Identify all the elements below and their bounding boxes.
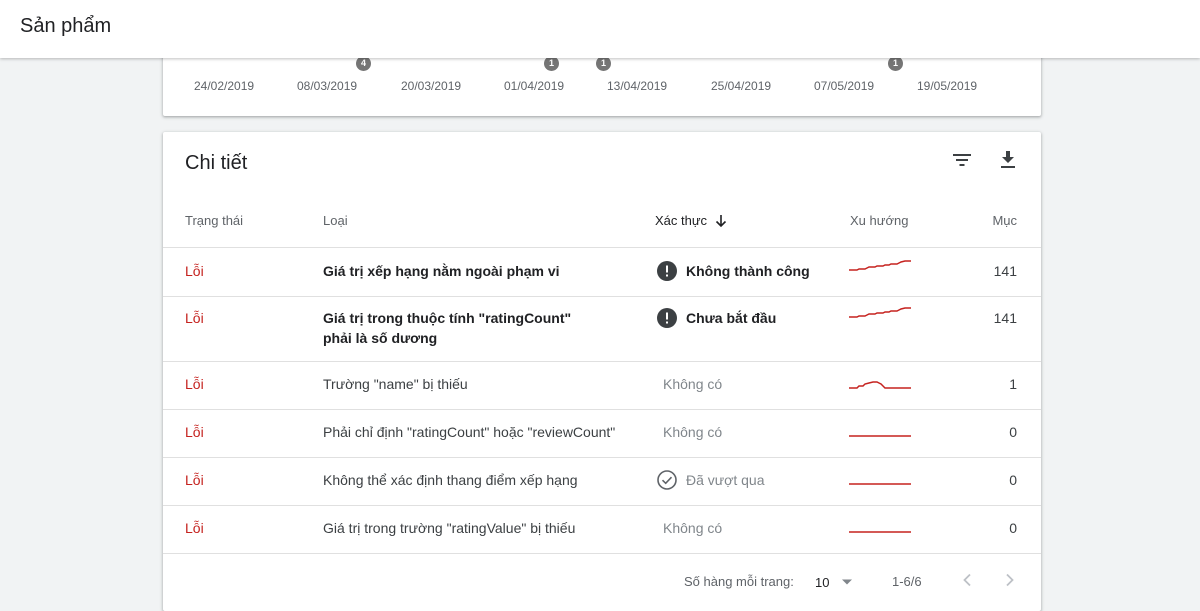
rows-per-page-label: Số hàng mỗi trang: — [684, 574, 794, 589]
row-validation-label: Không thành công — [686, 263, 810, 279]
timeline-date: 25/04/2019 — [711, 79, 772, 93]
row-count: 0 — [1009, 520, 1017, 536]
row-validation: Không thành công — [657, 261, 810, 281]
row-type: Phải chỉ định "ratingCount" hoặc "review… — [323, 424, 616, 440]
pagination-range: 1-6/6 — [892, 574, 922, 589]
row-count: 0 — [1009, 424, 1017, 440]
row-validation-label: Chưa bắt đầu — [686, 310, 777, 326]
download-icon — [1001, 151, 1015, 168]
column-header-items[interactable]: Mục — [992, 213, 1017, 228]
row-validation: Không có — [663, 520, 723, 536]
row-type: Giá trị trong trường "ratingValue" bị th… — [323, 520, 576, 536]
details-title: Chi tiết — [185, 152, 248, 174]
rows-per-page-select[interactable]: 10 — [815, 570, 865, 594]
trend-sparkline — [849, 260, 911, 271]
table-row[interactable]: Lỗi Giá trị trong thuộc tính "ratingCoun… — [163, 297, 1041, 362]
row-status: Lỗi — [185, 310, 204, 326]
filter-button[interactable] — [948, 146, 976, 174]
row-type: Giá trị trong thuộc tính "ratingCount" p… — [323, 310, 572, 346]
download-button[interactable] — [994, 146, 1022, 174]
row-type: Không thể xác định thang điểm xếp hạng — [323, 472, 578, 488]
timeline-date: 01/04/2019 — [504, 79, 565, 93]
row-status: Lỗi — [185, 263, 204, 279]
row-validation: Chưa bắt đầu — [657, 308, 776, 328]
trend-sparkline — [849, 307, 911, 318]
timeline-badge[interactable]: 4 — [356, 56, 371, 71]
app-bar: Sản phẩm — [0, 0, 1200, 58]
chevron-left-icon — [963, 573, 971, 587]
filter-icon — [953, 154, 971, 166]
timeline-badge[interactable]: 1 — [888, 56, 903, 71]
column-header-trend[interactable]: Xu hướng — [850, 213, 908, 228]
prev-page-button[interactable] — [955, 568, 979, 592]
row-validation: Không có — [663, 424, 723, 440]
table-row[interactable]: Lỗi Phải chỉ định "ratingCount" hoặc "re… — [163, 410, 1041, 458]
row-validation: Đã vượt qua — [657, 470, 764, 490]
table-row[interactable]: Lỗi Giá trị trong trường "ratingValue" b… — [163, 506, 1041, 554]
row-type: Trường "name" bị thiếu — [323, 376, 468, 392]
column-header-status[interactable]: Trạng thái — [185, 213, 243, 228]
row-status: Lỗi — [185, 520, 204, 536]
row-validation-label: Đã vượt qua — [686, 472, 765, 488]
row-status: Lỗi — [185, 424, 204, 440]
arrow-down-icon — [715, 214, 727, 227]
trend-sparkline — [849, 483, 911, 485]
rows-per-page-value: 10 — [815, 574, 830, 590]
next-page-button[interactable] — [998, 568, 1022, 592]
details-card: Chi tiết Trạng thái Loại Xác thực Xu hướ… — [163, 132, 1041, 611]
exclamation-circle-icon — [657, 308, 677, 328]
row-count: 1 — [1009, 376, 1017, 392]
timeline-date: 07/05/2019 — [814, 79, 875, 93]
timeline-date: 24/02/2019 — [194, 79, 255, 93]
row-count: 0 — [1009, 472, 1017, 488]
trend-sparkline — [849, 531, 911, 533]
row-count: 141 — [993, 310, 1017, 326]
timeline-date: 20/03/2019 — [401, 79, 462, 93]
caret-down-icon — [842, 579, 853, 585]
column-header-type[interactable]: Loại — [323, 213, 348, 228]
timeline-date: 13/04/2019 — [607, 79, 668, 93]
column-header-validation-label: Xác thực — [655, 213, 708, 228]
trend-sparkline — [849, 435, 911, 437]
row-type: Giá trị xếp hạng nằm ngoài phạm vi — [323, 263, 560, 279]
exclamation-circle-icon — [657, 261, 677, 281]
timeline-badge[interactable]: 1 — [596, 56, 611, 71]
column-header-validation[interactable]: Xác thực — [655, 213, 727, 228]
row-status: Lỗi — [185, 376, 204, 392]
timeline-date: 19/05/2019 — [917, 79, 978, 93]
table-row[interactable]: Lỗi Giá trị xếp hạng nằm ngoài phạm vi K… — [163, 248, 1041, 297]
row-status: Lỗi — [185, 472, 204, 488]
row-validation: Không có — [663, 376, 723, 392]
check-circle-icon — [657, 470, 677, 490]
timeline-badge[interactable]: 1 — [544, 56, 559, 71]
table-row[interactable]: Lỗi Trường "name" bị thiếu Không có 1 — [163, 362, 1041, 410]
row-count: 141 — [993, 263, 1017, 279]
timeline-date: 08/03/2019 — [297, 79, 358, 93]
trend-sparkline — [849, 381, 911, 389]
table-row[interactable]: Lỗi Không thể xác định thang điểm xếp hạ… — [163, 458, 1041, 506]
page-title: Sản phẩm — [20, 15, 112, 37]
chevron-right-icon — [1006, 573, 1014, 587]
